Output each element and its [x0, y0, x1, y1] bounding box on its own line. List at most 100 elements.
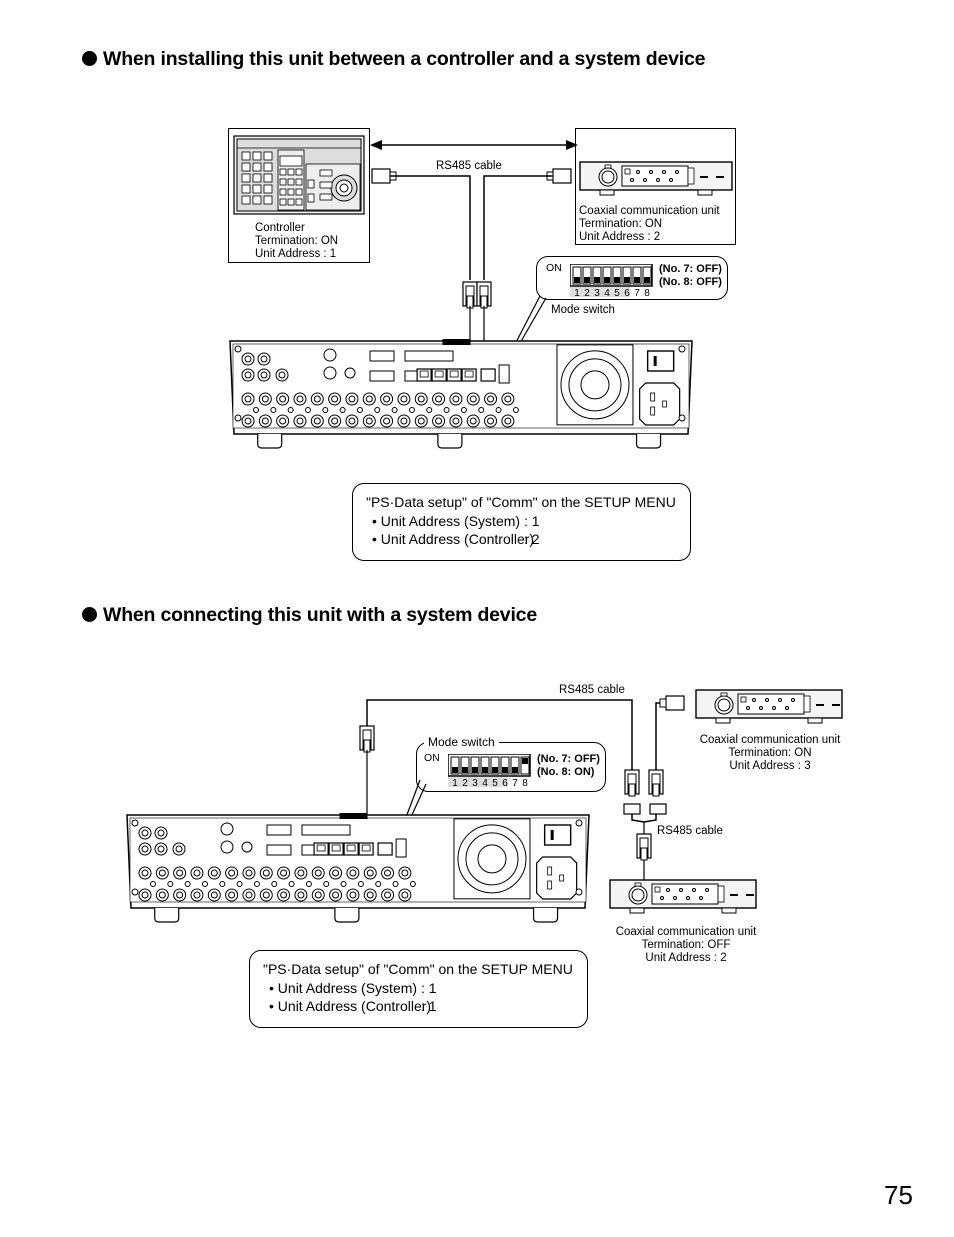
- led-icon: [785, 706, 789, 710]
- foot: [721, 907, 737, 914]
- led-icon: [643, 178, 647, 182]
- bnc-core: [487, 417, 495, 425]
- bnc-core: [193, 869, 201, 877]
- foot: [629, 907, 645, 914]
- bnc-core: [262, 891, 270, 899]
- screw-icon: [375, 881, 382, 887]
- screw-icon: [357, 881, 364, 887]
- screw-icon: [512, 407, 519, 413]
- key-icon: [307, 193, 315, 203]
- usb-port-icon: [395, 838, 407, 858]
- led-icon: [669, 178, 673, 182]
- bnc-core: [349, 869, 357, 877]
- key-icon: [319, 193, 333, 201]
- screw-icon: [305, 881, 312, 887]
- led-icon: [660, 896, 664, 900]
- screw-icon: [236, 881, 243, 887]
- screw-icon: [287, 407, 294, 413]
- key-icon: [252, 173, 262, 183]
- bnc-core: [244, 417, 252, 425]
- key-icon: [287, 188, 295, 196]
- recorder-foot: [334, 908, 360, 923]
- bnc-core: [452, 395, 460, 403]
- key-icon: [252, 162, 262, 172]
- screw-icon: [426, 407, 433, 413]
- bnc-core: [210, 891, 218, 899]
- jack-core: [244, 355, 252, 363]
- screw-icon: [234, 345, 242, 353]
- bnc-core: [176, 869, 184, 877]
- bnc-core: [158, 891, 166, 899]
- screw-icon: [167, 881, 174, 887]
- connector-tip: [640, 847, 648, 861]
- bnc-core: [469, 395, 477, 403]
- key-icon: [295, 178, 303, 186]
- switch-icon: [624, 168, 631, 175]
- bnc-core: [296, 395, 304, 403]
- led-icon: [746, 706, 750, 710]
- screw-icon: [339, 407, 346, 413]
- monitor-jack-icon: [323, 366, 337, 380]
- led-icon: [630, 178, 634, 182]
- bnc-core: [452, 417, 460, 425]
- screw-icon: [288, 881, 295, 887]
- ethernet-port-icon: [377, 842, 393, 856]
- screw-icon: [391, 407, 398, 413]
- bnc-core: [245, 891, 253, 899]
- rj45-inner: [449, 370, 459, 378]
- screw-icon: [270, 407, 277, 413]
- key-icon: [263, 151, 273, 161]
- screw-icon: [322, 407, 329, 413]
- connector-plug-icon: [552, 168, 572, 184]
- slot: [803, 695, 811, 713]
- switch-icon: [740, 696, 747, 703]
- screw-icon: [478, 407, 485, 413]
- key-icon: [279, 198, 287, 206]
- bnc-core: [383, 395, 391, 403]
- bnc-core: [228, 869, 236, 877]
- indicator-bar: [716, 176, 724, 178]
- indicator: [634, 882, 642, 887]
- led-icon: [679, 888, 683, 892]
- bnc-core: [331, 395, 339, 403]
- foot: [715, 717, 731, 724]
- rj45-inner: [331, 844, 341, 852]
- led-icon: [778, 698, 782, 702]
- indicator-bar: [816, 704, 824, 706]
- bnc-core: [280, 869, 288, 877]
- jack-core: [175, 845, 183, 853]
- connector-tip: [652, 783, 660, 797]
- rs485-cable: [483, 175, 553, 280]
- bnc-core: [158, 869, 166, 877]
- bnc-core: [435, 395, 443, 403]
- pin: [650, 406, 656, 416]
- connector-plug-icon: [371, 168, 391, 184]
- key-icon: [295, 168, 303, 176]
- bnc-core: [332, 869, 340, 877]
- indicator-bar: [700, 176, 708, 178]
- led-icon: [666, 888, 670, 892]
- led-icon: [662, 170, 666, 174]
- screw-icon: [184, 881, 191, 887]
- jack-core: [141, 829, 149, 837]
- indicator: [720, 692, 728, 697]
- bnc-core: [141, 869, 149, 877]
- splitter-icon: [623, 803, 641, 815]
- led-icon: [705, 888, 709, 892]
- screw-icon: [392, 881, 399, 887]
- rs485-cable: [655, 702, 660, 770]
- indicator-bar: [746, 894, 754, 896]
- serial-port-icon: [369, 350, 395, 362]
- serial-port-icon: [266, 824, 292, 836]
- connector-plug-icon: [665, 695, 685, 711]
- pin: [559, 874, 565, 882]
- bnc-core: [348, 395, 356, 403]
- foot: [807, 717, 823, 724]
- recorder-foot: [437, 434, 463, 449]
- led-icon: [675, 170, 679, 174]
- led-icon: [772, 706, 776, 710]
- bnc-core: [365, 395, 373, 403]
- screw-icon: [323, 881, 330, 887]
- screw-icon: [150, 881, 156, 887]
- bnc-core: [297, 891, 305, 899]
